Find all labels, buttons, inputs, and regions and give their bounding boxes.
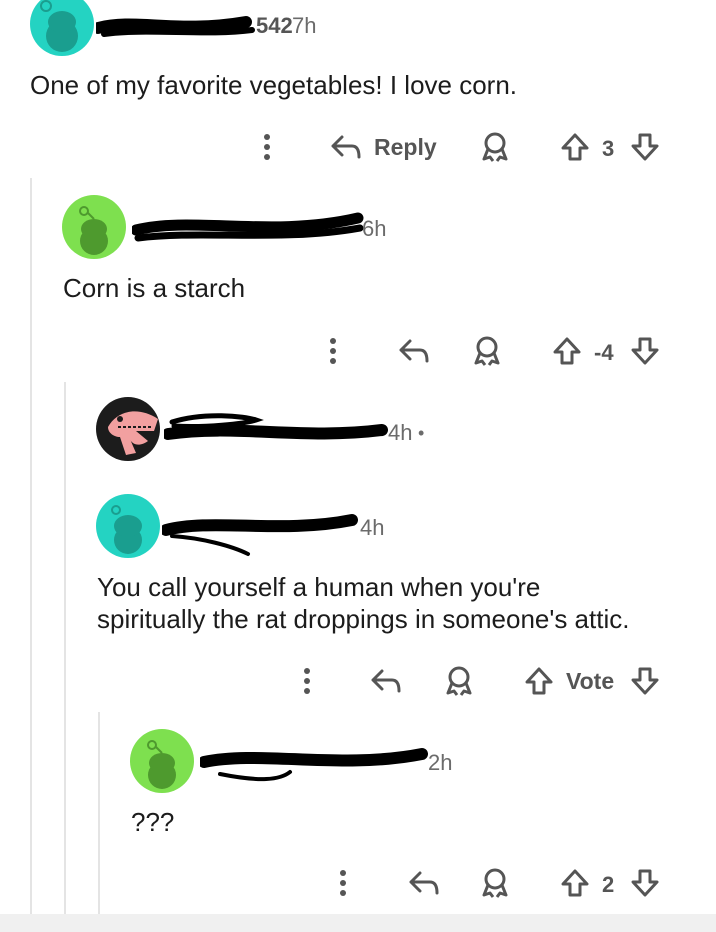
reply-arrow-icon <box>331 135 361 159</box>
more-options-button[interactable] <box>252 132 282 162</box>
reply-arrow-icon <box>371 669 401 693</box>
reply-arrow-icon <box>409 871 439 895</box>
downvote-arrow-icon <box>631 133 659 161</box>
award-button[interactable] <box>478 130 512 164</box>
snoo-avatar-icon <box>111 505 142 554</box>
redacted-username <box>96 16 255 37</box>
more-options-icon <box>304 668 310 694</box>
comment-body: One of my favorite vegetables! I love co… <box>30 70 518 100</box>
comment-body-line-2: spiritually the rat droppings in someone… <box>97 604 630 634</box>
award-button[interactable] <box>442 664 476 698</box>
reply-button[interactable] <box>368 664 404 698</box>
redacted-username <box>164 413 388 440</box>
downvote-button[interactable] <box>628 130 662 164</box>
snoo-avatar-icon <box>79 206 108 255</box>
reply-button[interactable]: Reply <box>330 130 442 164</box>
separator-dot: • <box>418 423 425 443</box>
more-options-button[interactable] <box>318 336 348 366</box>
more-options-button[interactable] <box>292 666 322 696</box>
comment-age: 2h <box>428 750 453 775</box>
comment-age: 6h <box>362 216 387 241</box>
avatar[interactable] <box>62 195 126 259</box>
downvote-button[interactable] <box>628 664 662 698</box>
comment-body-line-1: You call yourself a human when you're <box>97 572 541 602</box>
upvote-arrow-icon <box>561 869 589 897</box>
comment-body: Corn is a starch <box>63 273 246 303</box>
upvote-button[interactable] <box>558 866 592 900</box>
comment-body: ??? <box>131 807 175 837</box>
reply-button[interactable] <box>396 334 432 368</box>
more-options-icon <box>340 870 346 896</box>
more-options-icon <box>330 338 336 364</box>
bottom-bar <box>0 914 716 932</box>
creature-avatar-icon <box>108 411 158 455</box>
downvote-arrow-icon <box>631 869 659 897</box>
award-button[interactable] <box>470 334 504 368</box>
award-icon <box>474 336 500 366</box>
upvote-button[interactable] <box>522 664 556 698</box>
downvote-arrow-icon <box>631 337 659 365</box>
vote-score: 2 <box>602 872 615 897</box>
upvote-arrow-icon <box>561 133 589 161</box>
upvote-button[interactable] <box>558 130 592 164</box>
award-button[interactable] <box>478 866 512 900</box>
upvote-button[interactable] <box>550 334 584 368</box>
snoo-avatar-icon <box>40 0 78 52</box>
reply-label: Reply <box>374 133 437 160</box>
vote-score: -4 <box>594 340 614 365</box>
thread-line-level-3[interactable] <box>98 712 100 914</box>
reply-arrow-icon <box>399 339 429 363</box>
avatar[interactable] <box>30 0 94 56</box>
vote-label: Vote <box>566 668 615 694</box>
upvote-arrow-icon <box>553 337 581 365</box>
comment-age: 4h <box>388 420 413 445</box>
vote-score: 3 <box>602 136 615 161</box>
redacted-username <box>162 514 358 556</box>
reply-button[interactable] <box>406 866 442 900</box>
award-icon <box>482 868 508 898</box>
avatar[interactable] <box>130 729 194 793</box>
downvote-button[interactable] <box>628 866 662 900</box>
more-options-button[interactable] <box>328 868 358 898</box>
username-suffix: 542 <box>256 13 293 38</box>
comment-age: 7h <box>292 13 317 38</box>
thread-line-level-2[interactable] <box>64 382 66 914</box>
upvote-arrow-icon <box>525 667 553 695</box>
award-icon <box>482 132 508 162</box>
redacted-username <box>200 748 428 782</box>
more-options-icon <box>264 134 270 160</box>
snoo-avatar-icon <box>147 740 176 789</box>
avatar[interactable] <box>96 397 160 461</box>
comment-age: 4h <box>360 515 385 540</box>
award-icon <box>446 666 472 696</box>
redacted-username <box>132 212 364 242</box>
downvote-button[interactable] <box>628 334 662 368</box>
downvote-arrow-icon <box>631 667 659 695</box>
avatar[interactable] <box>96 494 160 558</box>
thread-line-level-1[interactable] <box>30 178 32 914</box>
